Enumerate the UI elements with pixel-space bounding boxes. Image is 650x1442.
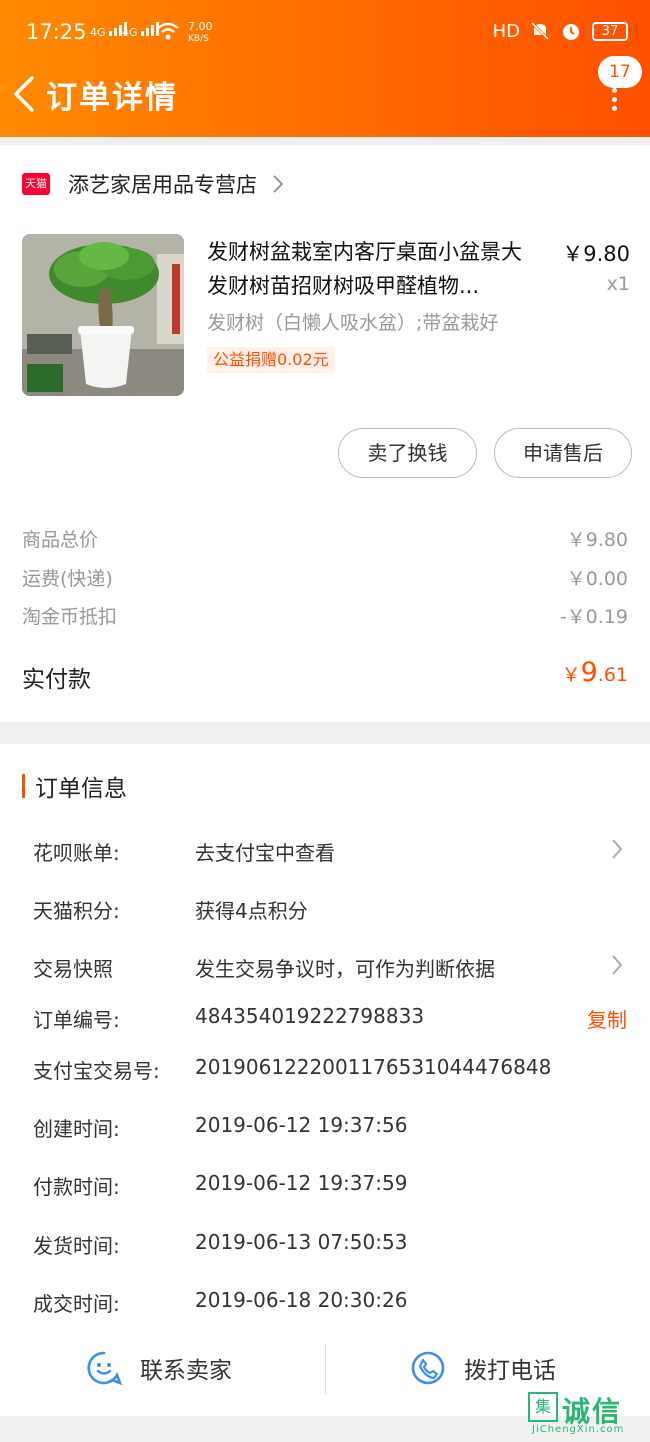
net-speed-unit: KB/S — [188, 34, 209, 44]
fee-label: 淘金币抵扣 — [22, 606, 118, 628]
paid-integer: 9 — [580, 657, 598, 688]
header: 17:25 4G 4G 7.00 KB/S HD 37 订单详情 17 — [0, 0, 650, 137]
info-key: 交易快照 — [33, 957, 113, 981]
back-arrow-icon[interactable] — [10, 74, 40, 114]
apply-after-sale-button[interactable]: 申请售后 — [494, 428, 632, 478]
tmall-badge: 天猫 — [22, 173, 50, 195]
info-value: 2019-06-12 19:37:59 — [195, 1171, 408, 1195]
watermark-logo: 集 — [528, 1392, 558, 1422]
section-accent-bar — [22, 774, 25, 798]
fee-value: -￥0.19 — [559, 606, 628, 628]
chevron-right-icon — [612, 839, 623, 859]
info-key: 付款时间: — [33, 1175, 120, 1199]
mute-icon — [530, 21, 550, 41]
fee-row-coin-discount: 淘金币抵扣 -￥0.19 — [22, 602, 628, 629]
phone-icon — [411, 1351, 445, 1385]
shop-name[interactable]: 添艺家居用品专营店 — [68, 169, 257, 199]
order-product-card: 天猫 添艺家居用品专营店 发财树盆栽室内客厅桌面小盆景大发财树苗招财树吸甲醛植物… — [0, 145, 650, 722]
battery-indicator: 37 — [592, 21, 628, 41]
info-value: 获得4点积分 — [195, 899, 308, 923]
product-quantity: x1 — [606, 273, 630, 295]
chevron-right-icon — [273, 175, 284, 193]
alarm-icon — [563, 24, 579, 40]
contact-seller-label: 联系卖家 — [140, 1358, 232, 1384]
nav-bar: 订单详情 — [0, 64, 650, 137]
info-value: 2019-06-12 19:37:56 — [195, 1113, 408, 1137]
call-phone-label: 拨打电话 — [464, 1358, 556, 1384]
shop-row[interactable]: 天猫 添艺家居用品专营店 — [22, 169, 285, 199]
more-menu-icon[interactable] — [608, 84, 620, 114]
network-label-1: 4G — [90, 26, 106, 39]
product-price: ￥9.80 — [562, 242, 630, 266]
call-phone-button[interactable]: 拨打电话 — [410, 1350, 556, 1386]
paid-decimal: .61 — [597, 664, 628, 686]
watermark-url: JiChengXin.com — [532, 1424, 625, 1435]
fee-value: ￥9.80 — [566, 529, 628, 551]
info-key: 创建时间: — [33, 1117, 120, 1141]
status-time: 17:25 — [26, 20, 87, 44]
contact-seller-button[interactable]: 联系卖家 — [86, 1350, 232, 1386]
sell-for-cash-button[interactable]: 卖了换钱 — [338, 428, 477, 478]
product-spec: 发财树（白懒人吸水盆）;带盆栽好 — [207, 312, 499, 334]
status-right: HD 37 — [493, 20, 628, 42]
info-key: 花呗账单: — [33, 841, 120, 865]
product-image[interactable] — [22, 234, 184, 396]
info-key: 成交时间: — [33, 1292, 120, 1316]
info-key: 发货时间: — [33, 1234, 120, 1258]
section-header: 订单信息 — [22, 772, 127, 802]
info-value: 2019-06-13 07:50:53 — [195, 1230, 408, 1254]
info-value: 2019-06-18 20:30:26 — [195, 1288, 408, 1312]
info-key: 天猫积分: — [33, 899, 120, 923]
page-title: 订单详情 — [46, 80, 178, 116]
site-watermark: 集 诚信 JiChengXin.com — [526, 1388, 646, 1438]
actions-divider — [325, 1344, 326, 1394]
status-bar: 17:25 4G 4G 7.00 KB/S HD 37 — [0, 0, 650, 64]
info-key: 支付宝交易号: — [33, 1059, 160, 1083]
copy-button[interactable]: 复制 — [587, 1004, 627, 1033]
info-key: 订单编号: — [33, 1008, 120, 1032]
net-speed-value: 7.00 — [188, 20, 213, 33]
info-value: 2019061222001176531044476848 — [195, 1055, 552, 1079]
donation-badge: 公益捐赠0.02元 — [207, 347, 335, 373]
fee-row-shipping: 运费(快递) ￥0.00 — [22, 564, 628, 591]
message-count-badge[interactable]: 17 — [598, 56, 642, 88]
fee-row-subtotal: 商品总价 ￥9.80 — [22, 525, 628, 552]
network-label-2: 4G — [122, 26, 138, 39]
fee-label: 运费(快递) — [22, 568, 113, 590]
order-info-card: 订单信息 花呗账单: 去支付宝中查看 天猫积分: 获得4点积分 交易快照 发生交… — [0, 744, 650, 1416]
paid-amount: ￥9.61 — [562, 657, 628, 688]
fee-label: 商品总价 — [22, 529, 99, 551]
net-speed: 7.00 KB/S — [188, 21, 213, 45]
paid-currency: ￥ — [561, 664, 581, 686]
info-value: 发生交易争议时，可作为判断依据 — [195, 957, 495, 981]
hd-label: HD — [492, 20, 520, 42]
section-title: 订单信息 — [35, 776, 127, 802]
info-value: 去支付宝中查看 — [195, 841, 335, 865]
product-title[interactable]: 发财树盆栽室内客厅桌面小盆景大发财树苗招财树吸甲醛植物... — [207, 235, 537, 303]
money-tree-plant-image — [22, 234, 184, 396]
chat-smile-icon — [87, 1351, 122, 1386]
fee-value: ￥0.00 — [566, 568, 628, 590]
chevron-right-icon — [612, 955, 623, 975]
wifi-icon — [157, 22, 179, 40]
info-value: 484354019222798833 — [195, 1004, 425, 1028]
paid-label: 实付款 — [22, 667, 91, 693]
